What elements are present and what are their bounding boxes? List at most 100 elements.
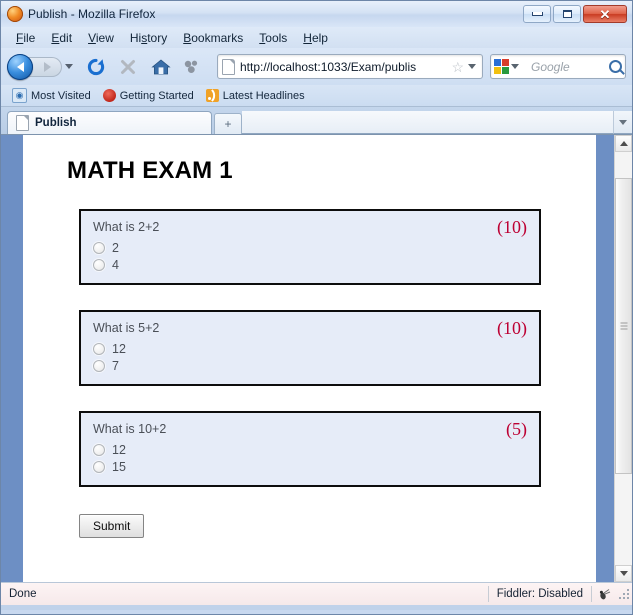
option-label: 12 — [112, 341, 126, 356]
menu-history-pre: Hi — [129, 30, 142, 45]
radio-button-icon[interactable] — [93, 443, 105, 456]
menu-edit-rest: dit — [59, 30, 73, 45]
option-row[interactable]: 4 — [93, 256, 527, 273]
maximize-button[interactable] — [553, 5, 581, 23]
window-controls: ✕ — [523, 5, 630, 23]
minimize-button[interactable] — [523, 5, 551, 23]
menu-file-rest: ile — [23, 30, 36, 45]
question-card: What is 10+2 (5) 12 15 — [79, 411, 541, 487]
menu-item-view[interactable]: View — [81, 29, 121, 47]
option-label: 4 — [112, 257, 119, 272]
option-row[interactable]: 12 — [93, 340, 527, 357]
question-text: What is 5+2 — [93, 321, 160, 335]
page-title: MATH EXAM 1 — [67, 157, 233, 184]
chevron-up-icon — [619, 141, 628, 146]
question-header: What is 2+2 (10) — [93, 218, 527, 236]
submit-area: Submit — [79, 512, 596, 538]
fiddler-status: Fiddler: Disabled — [487, 586, 591, 602]
forward-arrow-icon — [43, 61, 51, 72]
question-list: What is 2+2 (10) 2 4 What is 5+2 (10) 12… — [79, 209, 596, 487]
bookmark-globe-icon: ◉ — [12, 88, 27, 103]
scroll-up-button[interactable] — [615, 135, 632, 152]
maximize-icon — [562, 10, 572, 18]
menu-item-tools[interactable]: Tools — [252, 29, 294, 47]
back-arrow-icon — [16, 61, 24, 72]
page-scrollbar-vertical[interactable] — [614, 135, 632, 582]
menu-item-edit[interactable]: Edit — [44, 29, 79, 47]
extension-icon[interactable] — [181, 56, 203, 78]
home-button[interactable] — [149, 56, 173, 78]
question-header: What is 5+2 (10) — [93, 319, 527, 337]
fiddler-icon[interactable] — [591, 586, 616, 602]
question-options: 2 4 — [93, 239, 527, 273]
history-dropdown-icon[interactable] — [65, 64, 73, 69]
menu-help-accesskey: H — [303, 30, 312, 45]
stop-button[interactable] — [117, 56, 139, 78]
menu-item-bookmarks[interactable]: Bookmarks — [176, 29, 250, 47]
option-label: 12 — [112, 442, 126, 457]
bookmark-star-icon[interactable]: ☆ — [451, 60, 464, 74]
url-dropdown-icon[interactable] — [468, 64, 476, 69]
radio-button-icon[interactable] — [93, 460, 105, 473]
tab-publish[interactable]: Publish — [7, 111, 212, 134]
back-forward-group — [7, 53, 73, 80]
question-card: What is 2+2 (10) 2 4 — [79, 209, 541, 285]
menu-item-history[interactable]: History — [123, 29, 174, 47]
option-row[interactable]: 15 — [93, 458, 527, 475]
search-engine-dropdown-icon[interactable] — [511, 64, 519, 69]
window-title: Publish - Mozilla Firefox — [28, 7, 156, 21]
plus-icon: + — [224, 117, 232, 131]
reload-button[interactable] — [85, 56, 107, 78]
menu-tools-rest: ools — [265, 30, 288, 45]
menu-item-file[interactable]: File — [9, 29, 42, 47]
search-input[interactable]: Google — [531, 60, 609, 74]
option-row[interactable]: 7 — [93, 357, 527, 374]
search-bar[interactable]: Google — [490, 54, 626, 79]
radio-button-icon[interactable] — [93, 359, 105, 372]
scrollbar-track[interactable] — [615, 152, 632, 565]
new-tab-button[interactable]: + — [214, 113, 242, 134]
option-row[interactable]: 2 — [93, 239, 527, 256]
url-bar[interactable]: http://localhost:1033/Exam/publis ☆ — [217, 54, 483, 79]
page-right-band — [596, 135, 614, 582]
back-button[interactable] — [7, 53, 33, 80]
radio-button-icon[interactable] — [93, 342, 105, 355]
scrollbar-thumb[interactable] — [615, 178, 632, 474]
menu-view-rest: iew — [95, 30, 114, 45]
bookmark-getting-started[interactable]: Getting Started — [99, 88, 198, 103]
google-icon — [494, 59, 509, 74]
page-content: MATH EXAM 1 What is 2+2 (10) 2 4 What is… — [23, 135, 596, 582]
chevron-down-icon — [619, 571, 628, 576]
scroll-down-button[interactable] — [615, 565, 632, 582]
question-header: What is 10+2 (5) — [93, 419, 527, 439]
option-row[interactable]: 12 — [93, 441, 527, 458]
tab-favicon-icon — [16, 115, 29, 131]
menu-view-accesskey: V — [88, 30, 96, 45]
rss-feed-icon — [205, 89, 219, 102]
option-label: 15 — [112, 459, 126, 474]
radio-button-icon[interactable] — [93, 241, 105, 254]
question-options: 12 15 — [93, 441, 527, 475]
title-bar: Publish - Mozilla Firefox ✕ — [1, 1, 632, 27]
close-icon: ✕ — [599, 6, 611, 22]
navigation-toolbar: http://localhost:1033/Exam/publis ☆ Goog… — [1, 48, 632, 85]
bookmark-latest-headlines[interactable]: Latest Headlines — [202, 88, 309, 103]
resize-grip-icon[interactable] — [618, 588, 630, 600]
url-input[interactable]: http://localhost:1033/Exam/publis — [240, 60, 449, 74]
page-identity-icon — [222, 58, 235, 75]
window-bottom-edge — [1, 605, 632, 610]
chevron-down-icon — [619, 119, 627, 125]
question-points: (5) — [506, 419, 527, 439]
menu-item-help[interactable]: Help — [296, 29, 335, 47]
tab-publish-label: Publish — [35, 117, 77, 129]
option-label: 7 — [112, 358, 119, 373]
browser-window: Publish - Mozilla Firefox ✕ File Edit Vi… — [0, 0, 633, 615]
bookmark-most-visited-label: Most Visited — [31, 89, 91, 102]
tab-list-button[interactable] — [613, 111, 632, 134]
submit-button[interactable]: Submit — [79, 514, 145, 538]
tab-strip: Publish + — [1, 107, 632, 134]
search-icon[interactable] — [609, 60, 622, 73]
close-button[interactable]: ✕ — [583, 5, 627, 23]
bookmark-most-visited[interactable]: ◉ Most Visited — [8, 87, 95, 104]
radio-button-icon[interactable] — [93, 258, 105, 271]
